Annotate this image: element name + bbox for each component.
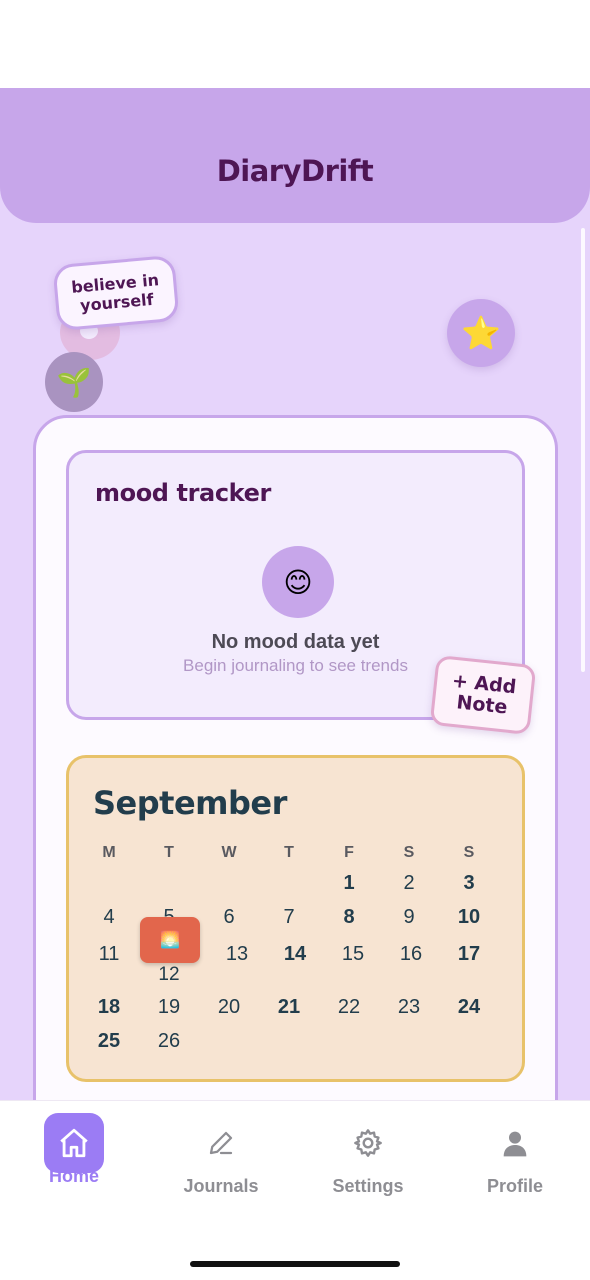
mood-empty-title: No mood data yet [211, 631, 380, 653]
tab-label: Profile [486, 1176, 543, 1196]
tab-label: Settings [332, 1176, 404, 1196]
home-icon [44, 1113, 104, 1173]
calendar-day[interactable]: 14 [265, 943, 325, 966]
tab-settings[interactable]: Settings [308, 1101, 428, 1201]
believe-sticker-text: believe in yourself [70, 270, 160, 316]
app-title: DiaryDrift [216, 153, 374, 188]
calendar-day[interactable]: 18 [79, 996, 139, 1019]
weekday-header: S [403, 844, 415, 861]
gear-icon [338, 1113, 398, 1173]
calendar-day[interactable]: 22 [319, 996, 379, 1019]
calendar-month: September [93, 784, 287, 822]
smiley-emoji: 😊 [283, 566, 313, 598]
calendar-day[interactable]: 1 [319, 872, 379, 895]
photo-thumbnail-icon[interactable]: 🌅 [140, 917, 200, 963]
calendar-day[interactable]: 11 [79, 943, 139, 966]
tab-journals[interactable]: Journals [161, 1101, 281, 1201]
add-note-button[interactable]: + Add Note [429, 654, 537, 736]
calendar-day[interactable]: 15 [323, 943, 383, 966]
add-note-label: + Add Note [450, 669, 518, 719]
weekday-header-row: M T W T F S S [79, 844, 499, 866]
weekday-header: T [284, 844, 294, 861]
sunrise-icon: 🌅 [160, 932, 180, 949]
calendar-day[interactable]: 7 [259, 906, 319, 929]
home-indicator[interactable] [190, 1261, 400, 1267]
believe-sticker: believe in yourself [52, 254, 180, 332]
calendar-day[interactable]: 8 [319, 906, 379, 929]
weekday-header: M [102, 844, 116, 861]
tab-label: Home [48, 1166, 99, 1186]
calendar-day[interactable]: 16 [381, 943, 441, 966]
calendar-week: 18 19 20 21 22 23 24 [79, 990, 499, 1025]
calendar-day[interactable]: 20 [199, 996, 259, 1019]
calendar-day[interactable]: 23 [379, 996, 439, 1019]
bottom-tab-bar: Home Journals Settings Profile [0, 1100, 590, 1230]
calendar-day[interactable]: 2 [379, 872, 439, 895]
calendar-day[interactable]: 9 [379, 906, 439, 929]
calendar-day[interactable]: 13 [207, 943, 267, 966]
star-sticker: ⭐ [447, 299, 515, 367]
calendar-day-with-photo[interactable]: 🌅 12 [139, 917, 200, 990]
calendar-grid: M T W T F S S 1 2 3 4 5 6 7 8 9 10 11 [79, 844, 499, 1059]
weekday-header: T [164, 844, 174, 861]
calendar-week: 25 26 [79, 1025, 499, 1060]
sprout-sticker: 🌱 [45, 352, 103, 412]
calendar-day[interactable]: 24 [439, 996, 499, 1019]
weekday-header: S [463, 844, 475, 861]
sprout-icon: 🌱 [56, 366, 92, 398]
tab-home[interactable]: Home [14, 1101, 134, 1201]
tab-profile[interactable]: Profile [455, 1101, 575, 1201]
calendar-day: 12 [158, 964, 180, 985]
weekday-header: F [344, 844, 354, 861]
star-icon: ⭐ [461, 315, 501, 351]
mood-tracker-title: mood tracker [95, 479, 271, 507]
calendar-week: 11 🌅 12 13 14 15 16 17 [79, 917, 499, 990]
calendar-day[interactable]: 26 [139, 1030, 199, 1053]
status-bar-area [0, 0, 590, 90]
smiley-icon: 😊 [262, 546, 334, 618]
tab-label: Journals [183, 1176, 259, 1196]
calendar-day[interactable]: 19 [139, 996, 199, 1019]
calendar-day[interactable]: 3 [439, 872, 499, 895]
calendar-day[interactable]: 6 [199, 906, 259, 929]
calendar-day[interactable]: 25 [79, 1030, 139, 1053]
calendar-day[interactable]: 17 [439, 943, 499, 966]
calendar-day[interactable]: 4 [79, 906, 139, 929]
calendar-week: 1 2 3 [79, 866, 499, 901]
person-icon [485, 1113, 545, 1173]
calendar-card: September M T W T F S S 1 2 3 4 5 6 7 8 … [66, 755, 525, 1082]
pencil-icon [191, 1113, 251, 1173]
calendar-day[interactable]: 21 [259, 996, 319, 1019]
scrollbar[interactable] [581, 228, 585, 672]
calendar-day[interactable]: 10 [439, 906, 499, 929]
weekday-header: W [221, 844, 237, 861]
app-header: DiaryDrift [0, 88, 590, 223]
